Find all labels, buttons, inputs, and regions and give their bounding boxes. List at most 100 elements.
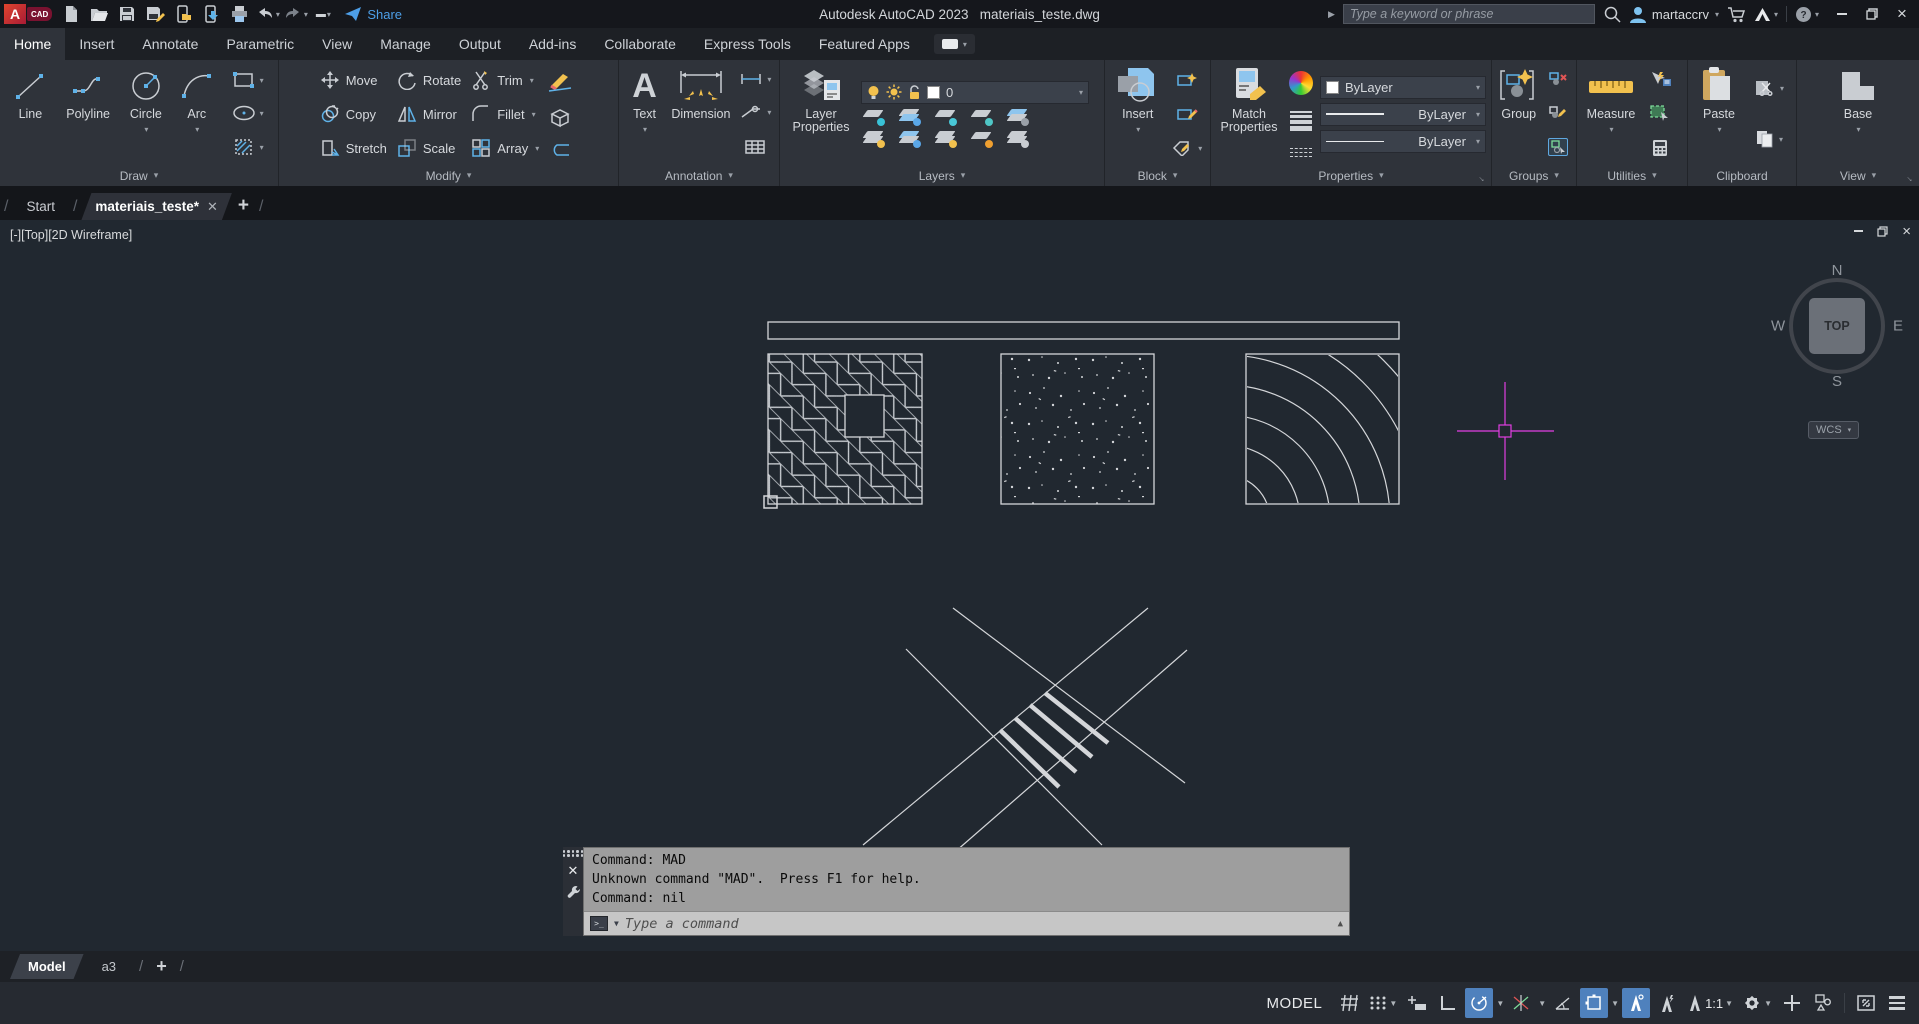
explode-icon[interactable] <box>548 106 572 128</box>
command-expand-caret[interactable]: ▲ <box>1338 919 1343 929</box>
create-block-button[interactable] <box>1176 72 1198 88</box>
insert-button[interactable]: Insert ▾ <box>1110 63 1165 165</box>
undo-button[interactable]: ▾ <box>254 2 280 26</box>
edit-block-button[interactable] <box>1176 106 1198 122</box>
line-button[interactable]: Line <box>5 63 56 165</box>
measure-button[interactable]: Measure ▾ <box>1582 63 1640 165</box>
panel-label-annotation[interactable]: Annotation ▾ <box>619 165 779 186</box>
command-input[interactable] <box>624 915 1332 932</box>
save-to-web-mobile-button[interactable] <box>198 2 224 26</box>
isodraft-toggle[interactable] <box>1507 988 1535 1018</box>
restore-button[interactable] <box>1857 1 1887 27</box>
plot-button[interactable] <box>226 2 252 26</box>
tab-manage[interactable]: Manage <box>366 28 445 60</box>
rectangle-tool-button[interactable]: ▾ <box>232 71 264 89</box>
match-properties-button[interactable]: Match Properties <box>1216 63 1282 165</box>
close-button[interactable]: × <box>1887 1 1917 27</box>
app-store-cart-icon[interactable] <box>1727 6 1746 23</box>
overkill-icon[interactable] <box>547 142 573 158</box>
minimize-button[interactable] <box>1827 1 1857 27</box>
viewcube-top-face[interactable]: TOP <box>1809 298 1865 354</box>
annotation-scale-button[interactable]: 1:1 ▼ <box>1684 988 1736 1018</box>
new-layout-button[interactable]: + <box>156 956 167 977</box>
viewcube-north[interactable]: N <box>1832 262 1843 279</box>
layer-match-button[interactable] <box>1005 130 1029 148</box>
share-button[interactable]: Share <box>344 6 402 22</box>
command-prompt-icon[interactable]: >_ <box>590 916 608 931</box>
panel-label-modify[interactable]: Modify ▾ <box>279 165 618 186</box>
layer-off-button[interactable] <box>861 108 885 126</box>
layer-dropdown[interactable]: 0 ▾ <box>861 80 1089 104</box>
autodesk-app-menu[interactable]: ▾ <box>1754 7 1778 22</box>
rotate-button[interactable]: Rotate <box>397 63 461 97</box>
status-plus-button[interactable] <box>1778 988 1806 1018</box>
object-color-dropdown[interactable]: ByLayer ▾ <box>1320 75 1486 99</box>
tab-featured-apps[interactable]: Featured Apps <box>805 28 924 60</box>
redo-button[interactable]: ▾ <box>282 2 308 26</box>
trim-button[interactable]: Trim ▾ <box>471 63 539 97</box>
panel-label-block[interactable]: Block ▾ <box>1105 165 1210 186</box>
search-icon[interactable] <box>1603 5 1621 23</box>
stretch-button[interactable]: Stretch <box>320 131 387 165</box>
search-input[interactable] <box>1349 7 1588 21</box>
group-selection-toggle[interactable] <box>1547 137 1568 156</box>
open-file-button[interactable] <box>86 2 112 26</box>
polar-tracking-toggle[interactable] <box>1465 988 1494 1018</box>
help-menu[interactable]: ? ▾ <box>1795 6 1819 23</box>
polar-tracking-caret[interactable]: ▼ <box>1496 999 1504 1008</box>
layer-make-current-button[interactable] <box>1005 108 1029 126</box>
layer-thaw-button[interactable] <box>933 130 957 148</box>
ortho-toggle[interactable] <box>1434 988 1462 1018</box>
file-tab-document[interactable]: materiais_teste* ✕ <box>81 193 231 220</box>
fillet-button[interactable]: Fillet ▾ <box>471 97 539 131</box>
scale-button[interactable]: Scale <box>397 131 461 165</box>
ellipse-tool-button[interactable]: ▾ <box>232 105 264 121</box>
cut-button[interactable]: ▾ <box>1754 80 1784 96</box>
tab-parametric[interactable]: Parametric <box>212 28 308 60</box>
save-as-button[interactable] <box>142 2 168 26</box>
layer-freeze-button[interactable] <box>933 108 957 126</box>
group-edit-button[interactable] <box>1548 105 1568 119</box>
tab-express-tools[interactable]: Express Tools <box>690 28 805 60</box>
signin-menu[interactable]: martaccrv ▾ <box>1629 5 1719 23</box>
command-history[interactable]: Command: MAD Unknown command "MAD". Press… <box>584 848 1349 911</box>
layer-isolate-button[interactable] <box>897 108 921 126</box>
tab-collaborate[interactable]: Collaborate <box>590 28 690 60</box>
model-tab[interactable]: Model <box>10 954 84 979</box>
new-drawing-tab-button[interactable]: + <box>238 195 249 217</box>
workspace-switching-button[interactable]: ▼ <box>1739 988 1775 1018</box>
array-button[interactable]: Array ▾ <box>471 131 539 165</box>
text-button[interactable]: A Text ▾ <box>624 63 665 165</box>
command-window-dock[interactable]: ✕ <box>562 847 584 936</box>
viewport-close-icon[interactable]: × <box>1902 224 1911 239</box>
command-wrench-icon[interactable] <box>567 885 580 899</box>
object-snap-caret[interactable]: ▼ <box>1611 999 1619 1008</box>
new-file-button[interactable] <box>58 2 84 26</box>
group-button[interactable]: Group <box>1497 63 1541 165</box>
model-space-badge[interactable]: MODEL <box>1257 995 1333 1012</box>
snap-toggle[interactable]: ▼ <box>1366 988 1400 1018</box>
close-file-tab-icon[interactable]: ✕ <box>207 199 218 215</box>
paste-button[interactable]: Paste ▾ <box>1693 63 1745 165</box>
customization-menu-button[interactable] <box>1883 988 1911 1018</box>
edit-attributes-button[interactable]: ▾ <box>1172 140 1202 156</box>
hatch-tool-button[interactable]: ▾ <box>232 137 264 157</box>
erase-icon[interactable] <box>547 70 573 92</box>
copy-clip-button[interactable]: ▾ <box>1755 130 1783 148</box>
isolate-objects-button[interactable] <box>1809 988 1837 1018</box>
wcs-badge[interactable]: WCS ▾ <box>1808 421 1860 439</box>
object-snap-toggle[interactable] <box>1580 988 1609 1018</box>
command-drag-handle-icon[interactable] <box>562 850 584 857</box>
dimension-button[interactable]: Dimension <box>669 63 733 165</box>
linear-dimension-button[interactable]: ▾ <box>739 73 771 85</box>
isodraft-caret[interactable]: ▼ <box>1538 999 1546 1008</box>
ribbon-display-options-button[interactable]: ▾ <box>933 34 975 54</box>
file-tab-start[interactable]: Start <box>12 193 69 220</box>
viewcube-west[interactable]: W <box>1771 318 1785 335</box>
lineweight-dropdown[interactable]: ByLayer ▾ <box>1320 102 1486 126</box>
quick-calculator-button[interactable] <box>1652 139 1668 157</box>
object-snap-tracking-toggle[interactable] <box>1549 988 1577 1018</box>
move-button[interactable]: Move <box>320 63 387 97</box>
panel-label-draw[interactable]: Draw ▾ <box>0 165 278 186</box>
panel-label-view[interactable]: View ▾ → <box>1797 165 1919 186</box>
